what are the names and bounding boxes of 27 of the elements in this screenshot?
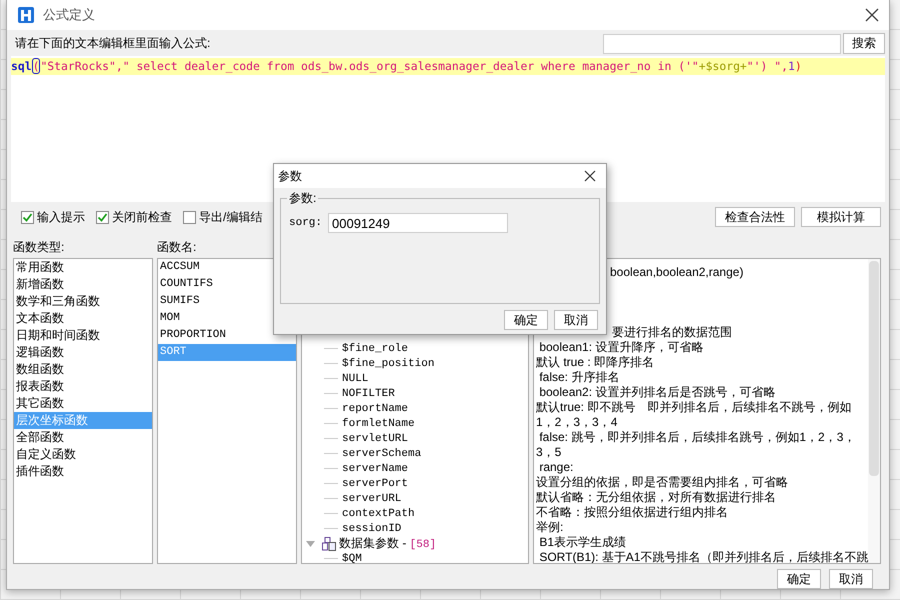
function-name-label: 函数名: [157, 239, 198, 256]
description-line: 要进行排名的数据范围 [611, 325, 733, 340]
group-label: 参数: [287, 190, 318, 207]
description-line: 1，2，3，3，4 [536, 415, 618, 430]
window-title: 公式定义 [43, 6, 96, 24]
description-line: B1表示学生成绩 [538, 535, 628, 550]
description-line: 默认 true : 即降序排名 [536, 355, 656, 370]
prompt-label: 请在下面的文本编辑框里面输入公式: [15, 35, 212, 52]
description-line: 不省略：按照分组依据进行组内排名 [536, 505, 729, 520]
description-line: false: 升序排名 [538, 370, 620, 385]
description-line: range: [538, 460, 574, 475]
field-label: sorg: [289, 217, 322, 229]
description-line: 默认true: 即不跳号 即并列排名后，后续排名不跳号，例如 [536, 400, 852, 415]
description-line: boolean1: 设置升降序，可省略 [538, 340, 704, 355]
dialog-title: 参数 [278, 168, 302, 184]
checkbox-label: 导出/编辑结 [199, 208, 262, 226]
description-line: 3，5 [536, 445, 562, 460]
checkbox-label: 关闭前检查 [112, 208, 172, 226]
description-line: boolean2: 设置并列排名后是否跳号，可省略 [538, 385, 776, 400]
checkbox-label: 输入提示 [37, 208, 85, 226]
description-line: false: 跳号，即并列排名后，后续排名跳号，例如1，2，3， [538, 430, 856, 445]
description-line: 设置分组的依据，即是否需要组内排名，可省略 [536, 475, 789, 490]
description-line: boolean,boolean2,range) [609, 265, 744, 280]
description-line: 默认省略：无分组依据，对所有数据进行排名 [536, 490, 777, 505]
function-type-label: 函数类型: [13, 239, 66, 256]
description-line: 举例: [536, 520, 564, 535]
formula-code: sql("StarRocks"," select dealer_code from ods_bw.ods_org_salesmanager_dealer where manager_no in ('"+$sorg+"') ",1) [11, 58, 885, 76]
